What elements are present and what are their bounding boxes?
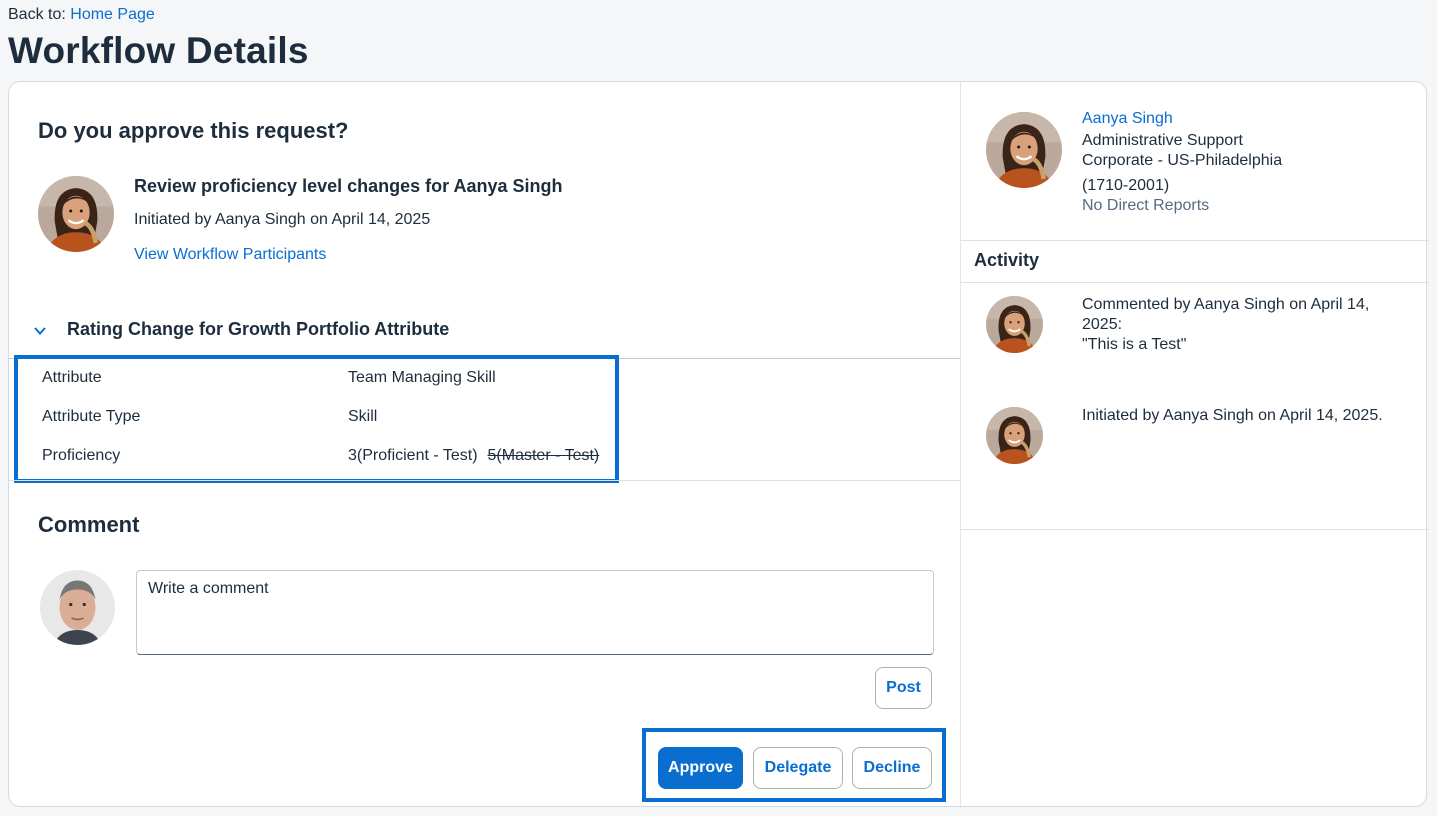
profile-code: (1710-2001) bbox=[1082, 177, 1170, 194]
page-title: Workflow Details bbox=[8, 30, 309, 71]
activity-item-quote: "This is a Test" bbox=[1082, 336, 1187, 353]
proficiency-old-value: 5(Master - Test) bbox=[487, 447, 600, 464]
comment-input[interactable] bbox=[136, 570, 934, 655]
request-title: Review proficiency level changes for Aan… bbox=[134, 176, 563, 196]
proficiency-label: Proficiency bbox=[42, 447, 121, 464]
attribute-type-label: Attribute Type bbox=[42, 408, 141, 425]
current-user-avatar bbox=[40, 570, 115, 645]
section-divider bbox=[9, 480, 960, 481]
profile-panel: Aanya Singh Administrative Support Corpo… bbox=[960, 82, 1429, 808]
activity-avatar bbox=[986, 407, 1043, 464]
activity-item: Initiated by Aanya Singh on April 14, 20… bbox=[1082, 406, 1412, 426]
activity-avatar bbox=[986, 296, 1043, 353]
approve-button[interactable]: Approve bbox=[658, 747, 743, 789]
profile-location: Corporate - US-Philadelphia bbox=[1082, 152, 1283, 169]
profile-name-link[interactable]: Aanya Singh bbox=[1082, 110, 1173, 128]
requester-avatar bbox=[38, 176, 114, 252]
approval-question: Do you approve this request? bbox=[38, 118, 349, 143]
activity-bottom-divider bbox=[961, 529, 1429, 530]
profile-reports: No Direct Reports bbox=[1082, 197, 1210, 214]
comment-title: Comment bbox=[38, 512, 140, 537]
attribute-type-value: Skill bbox=[348, 408, 378, 425]
delegate-button[interactable]: Delegate bbox=[753, 747, 843, 789]
activity-title: Activity bbox=[974, 250, 1040, 270]
decline-button[interactable]: Decline bbox=[852, 747, 932, 789]
request-panel: Do you approve this request? Review prof… bbox=[9, 82, 960, 808]
workflow-card: Do you approve this request? Review prof… bbox=[8, 81, 1429, 808]
profile-divider bbox=[961, 240, 1429, 241]
back-label: Back to: bbox=[8, 6, 66, 23]
profile-avatar bbox=[986, 112, 1062, 188]
proficiency-value-group: 3(Proficient - Test) 5(Master - Test) bbox=[348, 447, 599, 465]
attribute-value: Team Managing Skill bbox=[348, 369, 496, 386]
activity-item-text: Commented by Aanya Singh on April 14, 20… bbox=[1082, 296, 1370, 333]
proficiency-new-value: 3(Proficient - Test) bbox=[348, 447, 478, 464]
home-page-link[interactable]: Home Page bbox=[70, 6, 155, 23]
request-initiated: Initiated by Aanya Singh on April 14, 20… bbox=[134, 211, 431, 228]
activity-divider bbox=[961, 282, 1429, 283]
attribute-table: Attribute Team Managing Skill Attribute … bbox=[14, 355, 619, 483]
activity-item: Commented by Aanya Singh on April 14, 20… bbox=[1082, 295, 1412, 355]
view-participants-link[interactable]: View Workflow Participants bbox=[134, 246, 326, 264]
section-title: Rating Change for Growth Portfolio Attri… bbox=[67, 319, 450, 339]
attribute-label: Attribute bbox=[42, 369, 102, 386]
activity-item-text: Initiated by Aanya Singh on April 14, 20… bbox=[1082, 407, 1383, 424]
post-button[interactable]: Post bbox=[875, 667, 932, 709]
profile-role: Administrative Support bbox=[1082, 132, 1243, 149]
chevron-down-icon[interactable] bbox=[33, 324, 47, 338]
section-header[interactable]: Rating Change for Growth Portfolio Attri… bbox=[9, 312, 960, 359]
back-nav: Back to: Home Page bbox=[8, 6, 155, 24]
